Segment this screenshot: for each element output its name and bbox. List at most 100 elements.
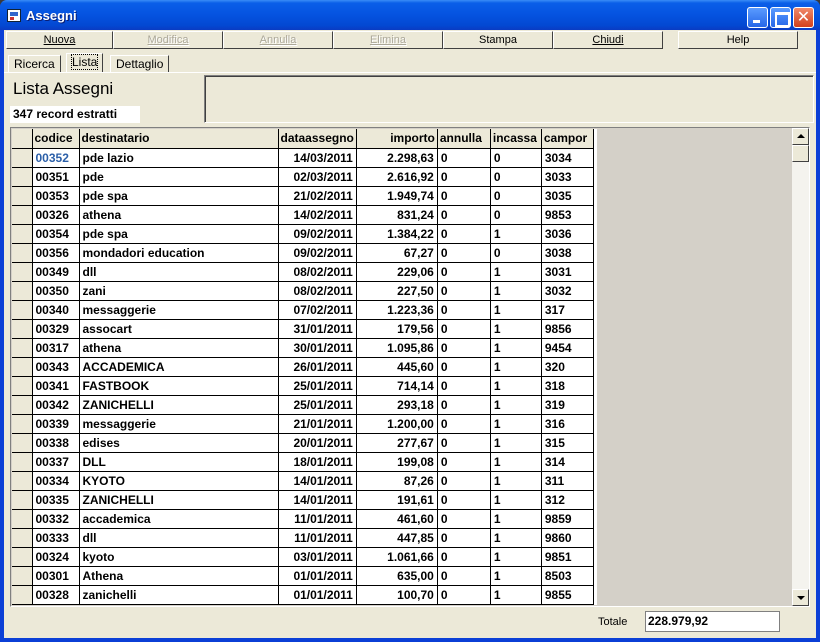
cell-dataassegno[interactable]: 21/02/2011 bbox=[278, 186, 357, 206]
cell-annulla[interactable]: 0 bbox=[437, 148, 491, 168]
cell-dataassegno[interactable]: 07/02/2011 bbox=[278, 300, 357, 320]
cell-incassa[interactable]: 1 bbox=[490, 395, 542, 415]
cell-campor[interactable]: 3032 bbox=[541, 281, 594, 301]
cell-campor[interactable]: 316 bbox=[541, 414, 594, 434]
cell-annulla[interactable]: 0 bbox=[437, 471, 491, 491]
cell-codice[interactable]: 00342 bbox=[32, 395, 80, 415]
cell-codice[interactable]: 00335 bbox=[32, 490, 80, 510]
scroll-thumb[interactable] bbox=[792, 145, 809, 162]
cell-campor[interactable]: 320 bbox=[541, 357, 594, 377]
cell-campor[interactable]: 319 bbox=[541, 395, 594, 415]
cell-dataassegno[interactable]: 26/01/2011 bbox=[278, 357, 357, 377]
cell-codice[interactable]: 00349 bbox=[32, 262, 80, 282]
row-selector[interactable] bbox=[12, 243, 33, 263]
table-row[interactable]: 00356 mondadori education 09/02/2011 67,27 0… bbox=[12, 243, 594, 263]
cell-destinatario[interactable]: pde spa bbox=[79, 186, 279, 206]
row-selector[interactable] bbox=[12, 300, 33, 320]
row-selector[interactable] bbox=[12, 376, 33, 396]
row-selector[interactable] bbox=[12, 186, 33, 206]
cell-incassa[interactable]: 0 bbox=[490, 205, 542, 225]
cell-destinatario[interactable]: messaggerie bbox=[79, 300, 279, 320]
cell-campor[interactable]: 3033 bbox=[541, 167, 594, 187]
cell-destinatario[interactable]: dll bbox=[79, 528, 279, 548]
annulla-button[interactable]: Annulla bbox=[223, 31, 333, 49]
cell-incassa[interactable]: 1 bbox=[490, 262, 542, 282]
cell-destinatario[interactable]: ZANICHELLI bbox=[79, 395, 279, 415]
maximize-button[interactable] bbox=[770, 7, 791, 28]
cell-dataassegno[interactable]: 25/01/2011 bbox=[278, 376, 357, 396]
cell-importo[interactable]: 1.095,86 bbox=[356, 338, 438, 358]
cell-importo[interactable]: 1.384,22 bbox=[356, 224, 438, 244]
row-selector[interactable] bbox=[12, 509, 33, 529]
cell-importo[interactable]: 100,70 bbox=[356, 585, 438, 605]
cell-importo[interactable]: 293,18 bbox=[356, 395, 438, 415]
row-selector[interactable] bbox=[12, 433, 33, 453]
cell-codice[interactable]: 00343 bbox=[32, 357, 80, 377]
cell-campor[interactable]: 3034 bbox=[541, 148, 594, 168]
cell-annulla[interactable]: 0 bbox=[437, 338, 491, 358]
cell-importo[interactable]: 461,60 bbox=[356, 509, 438, 529]
table-row[interactable]: 00341 FASTBOOK 25/01/2011 714,14 0 1 318 bbox=[12, 376, 594, 396]
cell-importo[interactable]: 277,67 bbox=[356, 433, 438, 453]
cell-annulla[interactable]: 0 bbox=[437, 395, 491, 415]
cell-importo[interactable]: 229,06 bbox=[356, 262, 438, 282]
cell-destinatario[interactable]: pde bbox=[79, 167, 279, 187]
elimina-button[interactable]: Elimina bbox=[333, 31, 443, 49]
cell-annulla[interactable]: 0 bbox=[437, 300, 491, 320]
cell-annulla[interactable]: 0 bbox=[437, 433, 491, 453]
cell-dataassegno[interactable]: 09/02/2011 bbox=[278, 224, 357, 244]
cell-campor[interactable]: 315 bbox=[541, 433, 594, 453]
cell-dataassegno[interactable]: 14/02/2011 bbox=[278, 205, 357, 225]
cell-incassa[interactable]: 0 bbox=[490, 167, 542, 187]
vertical-scrollbar[interactable] bbox=[792, 128, 809, 606]
modifica-button[interactable]: Modifica bbox=[113, 31, 223, 49]
column-header-dataassegno[interactable]: dataassegno bbox=[278, 129, 357, 149]
table-row[interactable]: 00343 ACCADEMICA 26/01/2011 445,60 0 1 320 bbox=[12, 357, 594, 377]
scroll-up-button[interactable] bbox=[792, 128, 809, 145]
table-row[interactable]: 00353 pde spa 21/02/2011 1.949,74 0 0 3035 bbox=[12, 186, 594, 206]
cell-campor[interactable]: 318 bbox=[541, 376, 594, 396]
row-selector[interactable] bbox=[12, 528, 33, 548]
cell-codice[interactable]: 00317 bbox=[32, 338, 80, 358]
table-row[interactable]: 00328 zanichelli 01/01/2011 100,70 0 1 9855 bbox=[12, 585, 594, 605]
row-selector[interactable] bbox=[12, 547, 33, 567]
cell-importo[interactable]: 445,60 bbox=[356, 357, 438, 377]
cell-incassa[interactable]: 1 bbox=[490, 547, 542, 567]
cell-importo[interactable]: 635,00 bbox=[356, 566, 438, 586]
column-header-destinatario[interactable]: destinatario bbox=[79, 129, 279, 149]
cell-codice[interactable]: 00328 bbox=[32, 585, 80, 605]
cell-campor[interactable]: 9855 bbox=[541, 585, 594, 605]
cell-importo[interactable]: 1.223,36 bbox=[356, 300, 438, 320]
cell-dataassegno[interactable]: 25/01/2011 bbox=[278, 395, 357, 415]
cell-destinatario[interactable]: athena bbox=[79, 205, 279, 225]
close-button[interactable]: ✕ bbox=[793, 7, 814, 28]
row-selector[interactable] bbox=[12, 585, 33, 605]
cell-codice[interactable]: 00326 bbox=[32, 205, 80, 225]
cell-codice[interactable]: 00301 bbox=[32, 566, 80, 586]
cell-destinatario[interactable]: dll bbox=[79, 262, 279, 282]
table-row[interactable]: 00301 Athena 01/01/2011 635,00 0 1 8503 bbox=[12, 566, 594, 586]
cell-importo[interactable]: 179,56 bbox=[356, 319, 438, 339]
stampa-button[interactable]: Stampa bbox=[443, 31, 553, 49]
cell-dataassegno[interactable]: 11/01/2011 bbox=[278, 509, 357, 529]
cell-importo[interactable]: 2.298,63 bbox=[356, 148, 438, 168]
cell-destinatario[interactable]: zani bbox=[79, 281, 279, 301]
table-row[interactable]: 00326 athena 14/02/2011 831,24 0 0 9853 bbox=[12, 205, 594, 225]
cell-incassa[interactable]: 1 bbox=[490, 281, 542, 301]
row-selector[interactable] bbox=[12, 395, 33, 415]
cell-dataassegno[interactable]: 01/01/2011 bbox=[278, 566, 357, 586]
cell-annulla[interactable]: 0 bbox=[437, 224, 491, 244]
cell-campor[interactable]: 9454 bbox=[541, 338, 594, 358]
row-selector[interactable] bbox=[12, 167, 33, 187]
cell-incassa[interactable]: 0 bbox=[490, 243, 542, 263]
cell-importo[interactable]: 191,61 bbox=[356, 490, 438, 510]
cell-destinatario[interactable]: mondadori education bbox=[79, 243, 279, 263]
cell-annulla[interactable]: 0 bbox=[437, 509, 491, 529]
cell-incassa[interactable]: 1 bbox=[490, 300, 542, 320]
cell-importo[interactable]: 714,14 bbox=[356, 376, 438, 396]
cell-destinatario[interactable]: Athena bbox=[79, 566, 279, 586]
cell-importo[interactable]: 1.061,66 bbox=[356, 547, 438, 567]
table-row[interactable]: 00354 pde spa 09/02/2011 1.384,22 0 1 3036 bbox=[12, 224, 594, 244]
cell-annulla[interactable]: 0 bbox=[437, 452, 491, 472]
cell-annulla[interactable]: 0 bbox=[437, 547, 491, 567]
